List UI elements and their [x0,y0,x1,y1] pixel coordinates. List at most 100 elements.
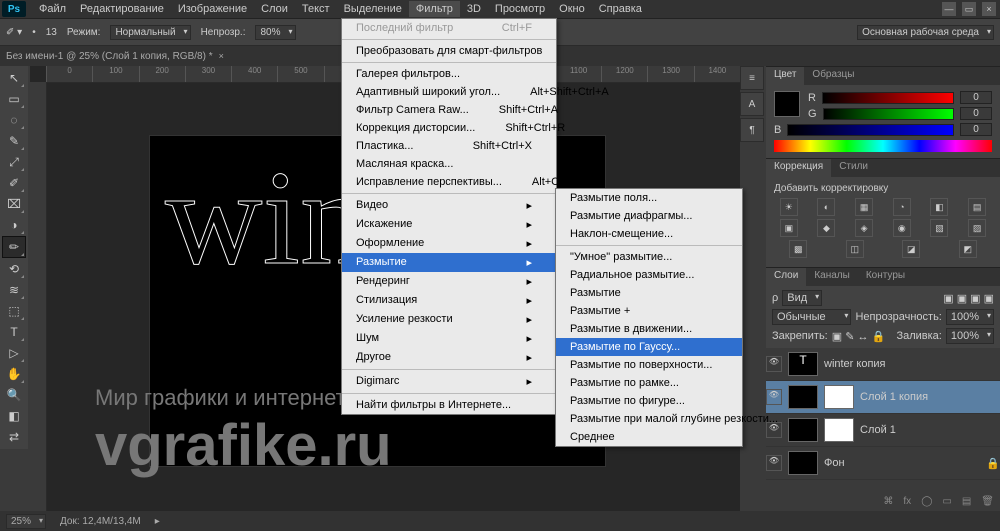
tool-button[interactable]: ⇄ [3,427,25,447]
tool-button[interactable]: ↖ [3,68,25,88]
menu-item[interactable]: Размытие [342,253,556,272]
color-value[interactable]: 0 [960,123,992,136]
adj-icon[interactable]: ▤ [968,198,986,216]
adj-icon[interactable]: ◔ [893,198,911,216]
tab-paths[interactable]: Контуры [858,268,913,286]
adj-icon[interactable]: ▧ [930,219,948,237]
window-close[interactable]: × [982,2,996,16]
color-slider[interactable] [822,92,954,104]
menu-item[interactable]: Усиление резкости [342,310,556,329]
menu-item[interactable]: Размытие по поверхности... [556,356,742,374]
adj-icon[interactable]: ☀ [780,198,798,216]
color-slider[interactable] [787,124,954,136]
adj-icon[interactable]: ◧ [930,198,948,216]
hue-strip[interactable] [774,140,992,152]
menu-item[interactable]: Галерея фильтров... [342,65,556,83]
menu-справка[interactable]: Справка [592,1,649,17]
close-tab-icon[interactable]: × [219,51,224,61]
visibility-icon[interactable]: 👁 [766,455,782,471]
adj-icon[interactable]: ◉ [893,219,911,237]
tool-button[interactable]: ⤢ [3,152,25,172]
menu-item[interactable]: Размытие по Гауссу... [556,338,742,356]
menu-item[interactable]: "Умное" размытие... [556,248,742,266]
history-icon[interactable]: ≡ [740,66,764,90]
adj-icon[interactable]: ◈ [855,219,873,237]
adj-icon[interactable]: ▦ [855,198,873,216]
visibility-icon[interactable]: 👁 [766,389,782,405]
tab-swatches[interactable]: Образцы [804,67,862,85]
layer-filter[interactable]: Вид [782,290,822,306]
layer-row[interactable]: 👁Слой 1 копия [766,381,1000,414]
tab-adjustments[interactable]: Коррекция [766,159,831,177]
menu-item[interactable]: Размытие по фигуре... [556,392,742,410]
trash-icon[interactable]: 🗑 [981,496,994,507]
menu-item[interactable]: Размытие поля... [556,189,742,207]
menu-item[interactable]: Оформление [342,234,556,253]
lock-icons[interactable]: ▣ ✎ ↔ 🔒 [832,330,885,343]
blend-mode-select[interactable]: Нормальный [110,25,190,40]
layer-row[interactable]: 👁Слой 1 [766,414,1000,447]
fx-icon[interactable]: fx [903,496,911,507]
menu-item[interactable]: Фильтр Camera Raw...Shift+Ctrl+A [342,101,556,119]
menu-item[interactable]: Размытие при малой глубине резкости... [556,410,742,428]
menu-item[interactable]: Digimarc [342,372,556,391]
adj-icon[interactable]: ◫ [846,240,864,258]
blend-select[interactable]: Обычные [772,309,851,325]
menu-item[interactable]: Наклон-смещение... [556,225,742,243]
tool-button[interactable]: ✏ [2,236,26,258]
tool-button[interactable]: ✋ [3,364,25,384]
menu-текст[interactable]: Текст [295,1,337,17]
menu-редактирование[interactable]: Редактирование [73,1,171,17]
menu-item[interactable]: Адаптивный широкий угол...Alt+Shift+Ctrl… [342,83,556,101]
menu-item[interactable]: Видео [342,196,556,215]
mask-icon[interactable]: ◯ [921,496,932,507]
menu-3d[interactable]: 3D [460,1,488,17]
workspace-select[interactable]: Основная рабочая среда [857,25,994,40]
tool-button[interactable]: ✐ [3,173,25,193]
tool-button[interactable]: ⌧ [3,194,25,214]
tab-styles[interactable]: Стили [831,159,876,177]
window-minimize[interactable]: — [942,2,956,16]
link-icon[interactable]: ⌘ [883,496,893,507]
menu-изображение[interactable]: Изображение [171,1,254,17]
tab-color[interactable]: Цвет [766,67,804,85]
tool-button[interactable]: ⬚ [3,301,25,321]
menu-item[interactable]: Найти фильтры в Интернете... [342,396,556,414]
menu-просмотр[interactable]: Просмотр [488,1,552,17]
tool-button[interactable]: ▭ [3,89,25,109]
opacity-input[interactable]: 80% [255,25,295,40]
tool-button[interactable]: ◑ [3,215,25,235]
menu-окно[interactable]: Окно [552,1,592,17]
menu-item[interactable]: Среднее [556,428,742,446]
menu-item[interactable]: Стилизация [342,291,556,310]
menu-item[interactable]: Преобразовать для смарт-фильтров [342,42,556,60]
color-slider[interactable] [823,108,954,120]
menu-item[interactable]: Размытие [556,284,742,302]
tool-button[interactable]: ◌ [3,110,25,130]
menu-item[interactable]: Размытие по рамке... [556,374,742,392]
layer-row[interactable]: 👁Twinter копия [766,348,1000,381]
character-icon[interactable]: A [740,92,764,116]
tool-button[interactable]: ⟲ [3,259,25,279]
adj-icon[interactable]: ◐ [817,198,835,216]
layer-opacity[interactable]: 100% [946,309,994,325]
folder-icon[interactable]: ▭ [942,496,951,507]
menu-item[interactable]: Масляная краска... [342,155,556,173]
menu-item[interactable]: Пластика...Shift+Ctrl+X [342,137,556,155]
paragraph-icon[interactable]: ¶ [740,118,764,142]
tool-button[interactable]: ≋ [3,280,25,300]
tool-button[interactable]: ▷ [3,343,25,363]
color-value[interactable]: 0 [960,91,992,104]
tab-channels[interactable]: Каналы [806,268,858,286]
menu-item[interactable]: Другое [342,348,556,367]
menu-item[interactable]: Искажение [342,215,556,234]
window-restore[interactable]: ▭ [962,2,976,16]
layer-fill[interactable]: 100% [946,328,994,344]
visibility-icon[interactable]: 👁 [766,356,782,372]
layer-row[interactable]: 👁Фон🔒 [766,447,1000,480]
brush-icon[interactable]: ✐ ▾ [6,27,22,38]
adj-icon[interactable]: ▣ [780,219,798,237]
menu-item[interactable]: Радиальное размытие... [556,266,742,284]
adj-icon[interactable]: ▨ [968,219,986,237]
menu-item[interactable]: Шум [342,329,556,348]
